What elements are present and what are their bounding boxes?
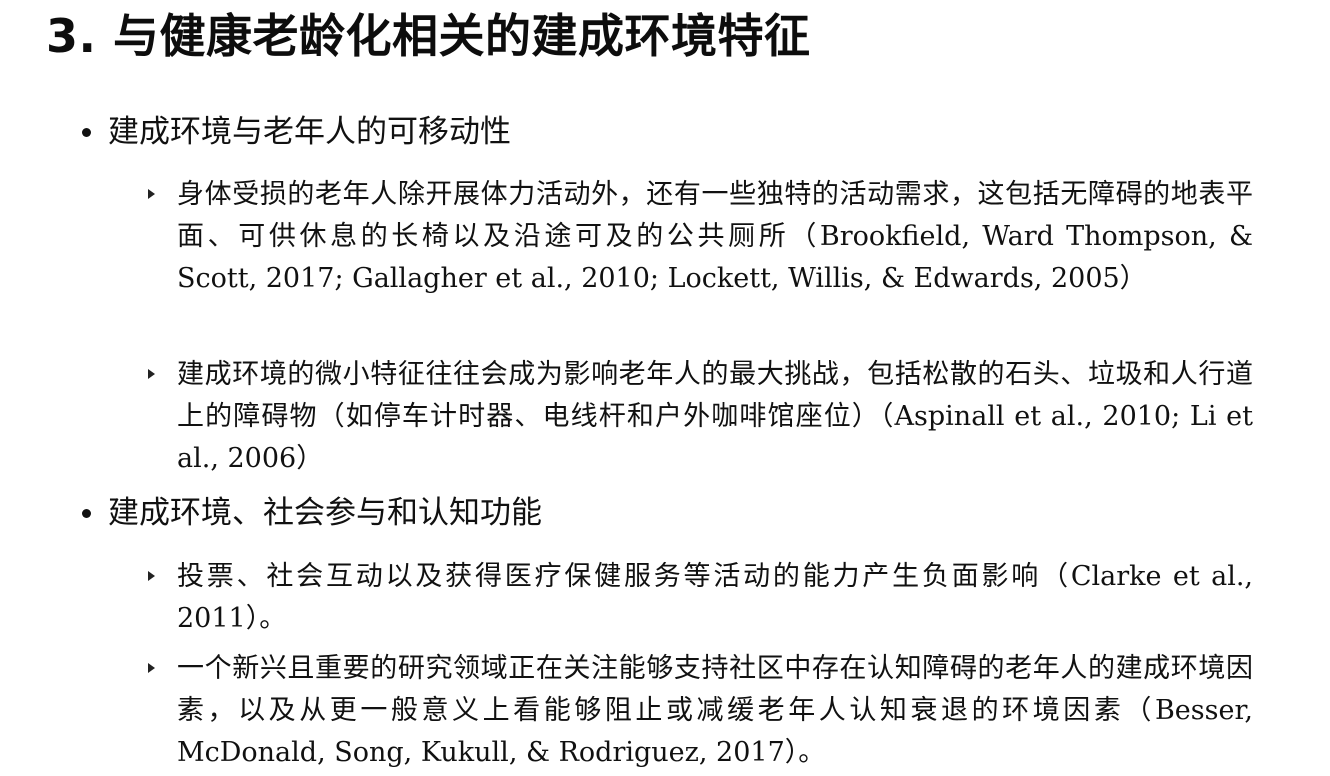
list-item: 投票、社会互动以及获得医疗保健服务等活动的能力产生负面影响（Clarke et …: [148, 556, 1253, 640]
triangle-bullet-icon: [148, 189, 155, 199]
section-heading-mobility: 建成环境与老年人的可移动性: [82, 111, 511, 153]
list-item-text: 建成环境的微小特征往往会成为影响老年人的最大挑战，包括松散的石头、垃圾和人行道上…: [177, 359, 1253, 474]
section-heading-social-cognitive: 建成环境、社会参与和认知功能: [82, 492, 542, 534]
bullet-dot-icon: [82, 127, 91, 137]
section-heading-text: 建成环境、社会参与和认知功能: [108, 495, 542, 531]
section-heading-text: 建成环境与老年人的可移动性: [108, 114, 511, 150]
triangle-bullet-icon: [148, 571, 155, 581]
triangle-bullet-icon: [148, 663, 155, 673]
list-item: 身体受损的老年人除开展体力活动外，还有一些独特的活动需求，这包括无障碍的地表平面…: [148, 174, 1253, 344]
slide: 3. 与健康老龄化相关的建成环境特征 建成环境与老年人的可移动性 身体受损的老年…: [0, 0, 1330, 776]
list-item: 建成环境的微小特征往往会成为影响老年人的最大挑战，包括松散的石头、垃圾和人行道上…: [148, 354, 1253, 480]
triangle-bullet-icon: [148, 369, 155, 379]
slide-title: 3. 与健康老龄化相关的建成环境特征: [46, 9, 811, 63]
list-item-text: 投票、社会互动以及获得医疗保健服务等活动的能力产生负面影响（Clarke et …: [177, 561, 1253, 634]
bullet-dot-icon: [82, 508, 91, 518]
list-item-text: 一个新兴且重要的研究领域正在关注能够支持社区中存在认知障碍的老年人的建成环境因素…: [177, 653, 1253, 768]
list-item-text: 身体受损的老年人除开展体力活动外，还有一些独特的活动需求，这包括无障碍的地表平面…: [177, 179, 1253, 294]
list-item: 一个新兴且重要的研究领域正在关注能够支持社区中存在认知障碍的老年人的建成环境因素…: [148, 648, 1253, 774]
